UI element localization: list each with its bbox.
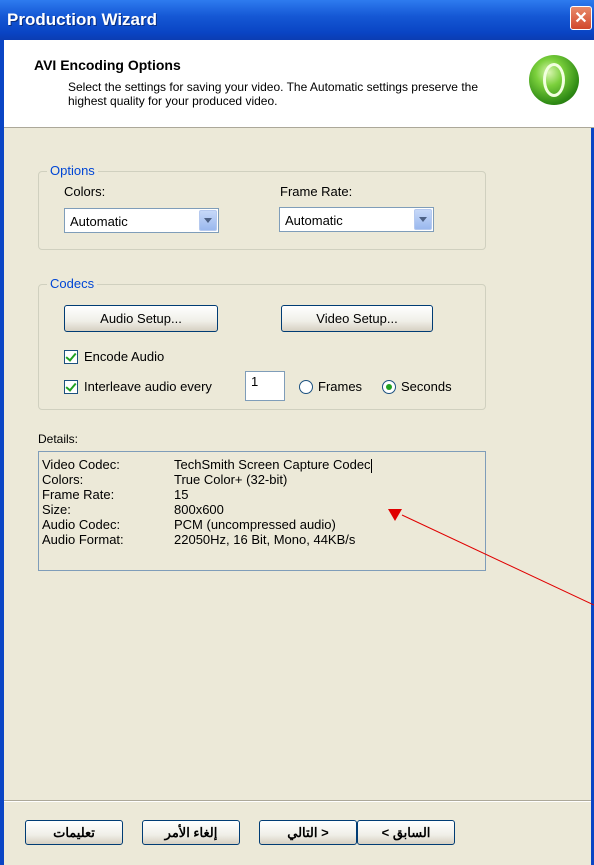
window-border-left bbox=[0, 40, 4, 865]
details-key: Colors: bbox=[42, 472, 84, 487]
cancel-button[interactable]: إلغاء الأمر bbox=[142, 820, 240, 845]
codecs-legend: Codecs bbox=[47, 276, 98, 291]
details-key: Audio Codec: bbox=[42, 517, 121, 532]
details-label: Details: bbox=[38, 432, 79, 446]
audio-setup-button[interactable]: Audio Setup... bbox=[64, 305, 218, 332]
text-caret bbox=[370, 458, 372, 473]
encode-audio-checkbox[interactable] bbox=[64, 350, 78, 364]
next-button[interactable]: التالي > bbox=[259, 820, 357, 845]
interleave-audio-checkbox[interactable] bbox=[64, 380, 78, 394]
frame-rate-select[interactable]: Automatic bbox=[279, 207, 434, 232]
details-key: Size: bbox=[42, 502, 71, 517]
frames-radio-label[interactable]: Frames bbox=[318, 379, 362, 394]
chevron-down-icon[interactable] bbox=[414, 209, 432, 230]
details-value: PCM (uncompressed audio) bbox=[174, 517, 336, 532]
video-setup-button[interactable]: Video Setup... bbox=[281, 305, 433, 332]
colors-label: Colors: bbox=[64, 184, 106, 199]
chevron-down-icon[interactable] bbox=[199, 210, 217, 231]
video-codec-value: TechSmith Screen Capture Codec bbox=[174, 457, 371, 472]
annotation-triangle-icon bbox=[388, 509, 402, 521]
colors-select[interactable]: Automatic bbox=[64, 208, 219, 233]
details-value: 22050Hz, 16 Bit, Mono, 44KB/s bbox=[174, 532, 356, 547]
window-title: Production Wizard bbox=[7, 10, 158, 29]
frames-radio[interactable] bbox=[299, 380, 313, 394]
title-bar: Production Wizard ✕ bbox=[0, 0, 594, 40]
details-key: Audio Format: bbox=[42, 532, 124, 547]
close-icon: ✕ bbox=[574, 10, 588, 27]
interleave-interval-value: 1 bbox=[251, 374, 259, 389]
details-value: True Color+ (32-bit) bbox=[174, 472, 288, 487]
details-key: Frame Rate: bbox=[42, 487, 115, 502]
interleave-audio-label[interactable]: Interleave audio every bbox=[84, 379, 212, 394]
back-button[interactable]: < السابق bbox=[357, 820, 455, 845]
interleave-interval-input[interactable]: 1 bbox=[245, 371, 285, 401]
details-value: 800x600 bbox=[174, 502, 224, 517]
frame-rate-select-value: Automatic bbox=[285, 213, 343, 228]
details-key: Video Codec: bbox=[42, 457, 120, 472]
details-panel: Video Codec: TechSmith Screen Capture Co… bbox=[38, 451, 486, 571]
page-subtitle: Select the settings for saving your vide… bbox=[68, 80, 478, 108]
footer-divider-highlight bbox=[4, 801, 591, 802]
details-value: 15 bbox=[174, 487, 189, 502]
wizard-header: AVI Encoding Options Select the settings… bbox=[4, 40, 594, 128]
annotation-pointer-line bbox=[401, 514, 594, 606]
help-button[interactable]: تعليمات bbox=[25, 820, 123, 845]
close-button[interactable]: ✕ bbox=[570, 6, 592, 30]
seconds-radio-label[interactable]: Seconds bbox=[401, 379, 452, 394]
green-orb-icon bbox=[529, 55, 579, 105]
encode-audio-label[interactable]: Encode Audio bbox=[84, 349, 164, 364]
page-title: AVI Encoding Options bbox=[34, 57, 181, 73]
seconds-radio[interactable] bbox=[382, 380, 396, 394]
frame-rate-label: Frame Rate: bbox=[280, 184, 353, 199]
options-legend: Options bbox=[47, 163, 98, 178]
colors-select-value: Automatic bbox=[70, 214, 128, 229]
details-value: TechSmith Screen Capture Codec bbox=[174, 457, 372, 473]
